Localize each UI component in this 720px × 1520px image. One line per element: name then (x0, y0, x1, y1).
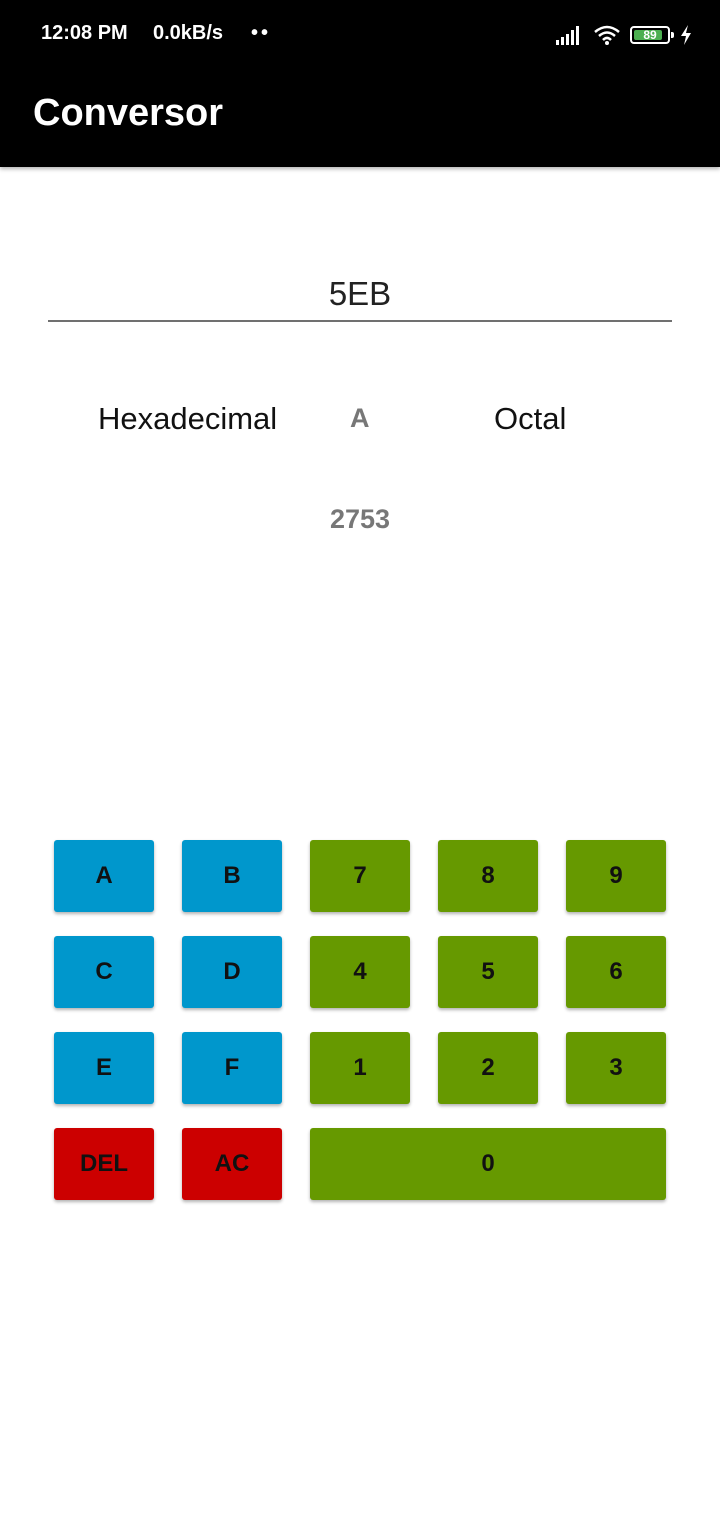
direction-label: A (350, 403, 370, 433)
battery-level: 89 (643, 28, 657, 42)
network-speed: 0.0kB/s (153, 22, 224, 44)
key-8[interactable]: 8 (438, 840, 538, 912)
status-time: 12:08 PM (41, 22, 128, 44)
status-bar: 12:08 PM 0.0kB/s •• 89 (0, 0, 720, 70)
key-c[interactable]: C (54, 936, 154, 1008)
key-7[interactable]: 7 (310, 840, 410, 912)
conversion-result: 2753 (329, 504, 391, 534)
battery-tip (671, 32, 674, 38)
key-3[interactable]: 3 (566, 1032, 666, 1104)
to-base-selector[interactable]: Octal (494, 401, 566, 437)
charging-icon (681, 25, 691, 45)
app-bar: Conversor (0, 70, 720, 167)
app-title: Conversor (33, 92, 224, 134)
key-9[interactable]: 9 (566, 840, 666, 912)
key-d[interactable]: D (182, 936, 282, 1008)
number-input[interactable] (48, 268, 672, 322)
key-e[interactable]: E (54, 1032, 154, 1104)
clear-all-button[interactable]: AC (182, 1128, 282, 1200)
key-f[interactable]: F (182, 1032, 282, 1104)
key-5[interactable]: 5 (438, 936, 538, 1008)
key-2[interactable]: 2 (438, 1032, 538, 1104)
battery-icon: 89 (630, 26, 674, 44)
key-a[interactable]: A (54, 840, 154, 912)
status-icons: 89 (556, 22, 692, 48)
from-base-selector[interactable]: Hexadecimal (98, 401, 277, 437)
key-b[interactable]: B (182, 840, 282, 912)
delete-button[interactable]: DEL (54, 1128, 154, 1200)
key-0[interactable]: 0 (310, 1128, 666, 1200)
key-1[interactable]: 1 (310, 1032, 410, 1104)
key-6[interactable]: 6 (566, 936, 666, 1008)
wifi-icon (594, 25, 620, 45)
key-4[interactable]: 4 (310, 936, 410, 1008)
notification-dots: •• (251, 22, 272, 44)
signal-icon (556, 26, 579, 45)
